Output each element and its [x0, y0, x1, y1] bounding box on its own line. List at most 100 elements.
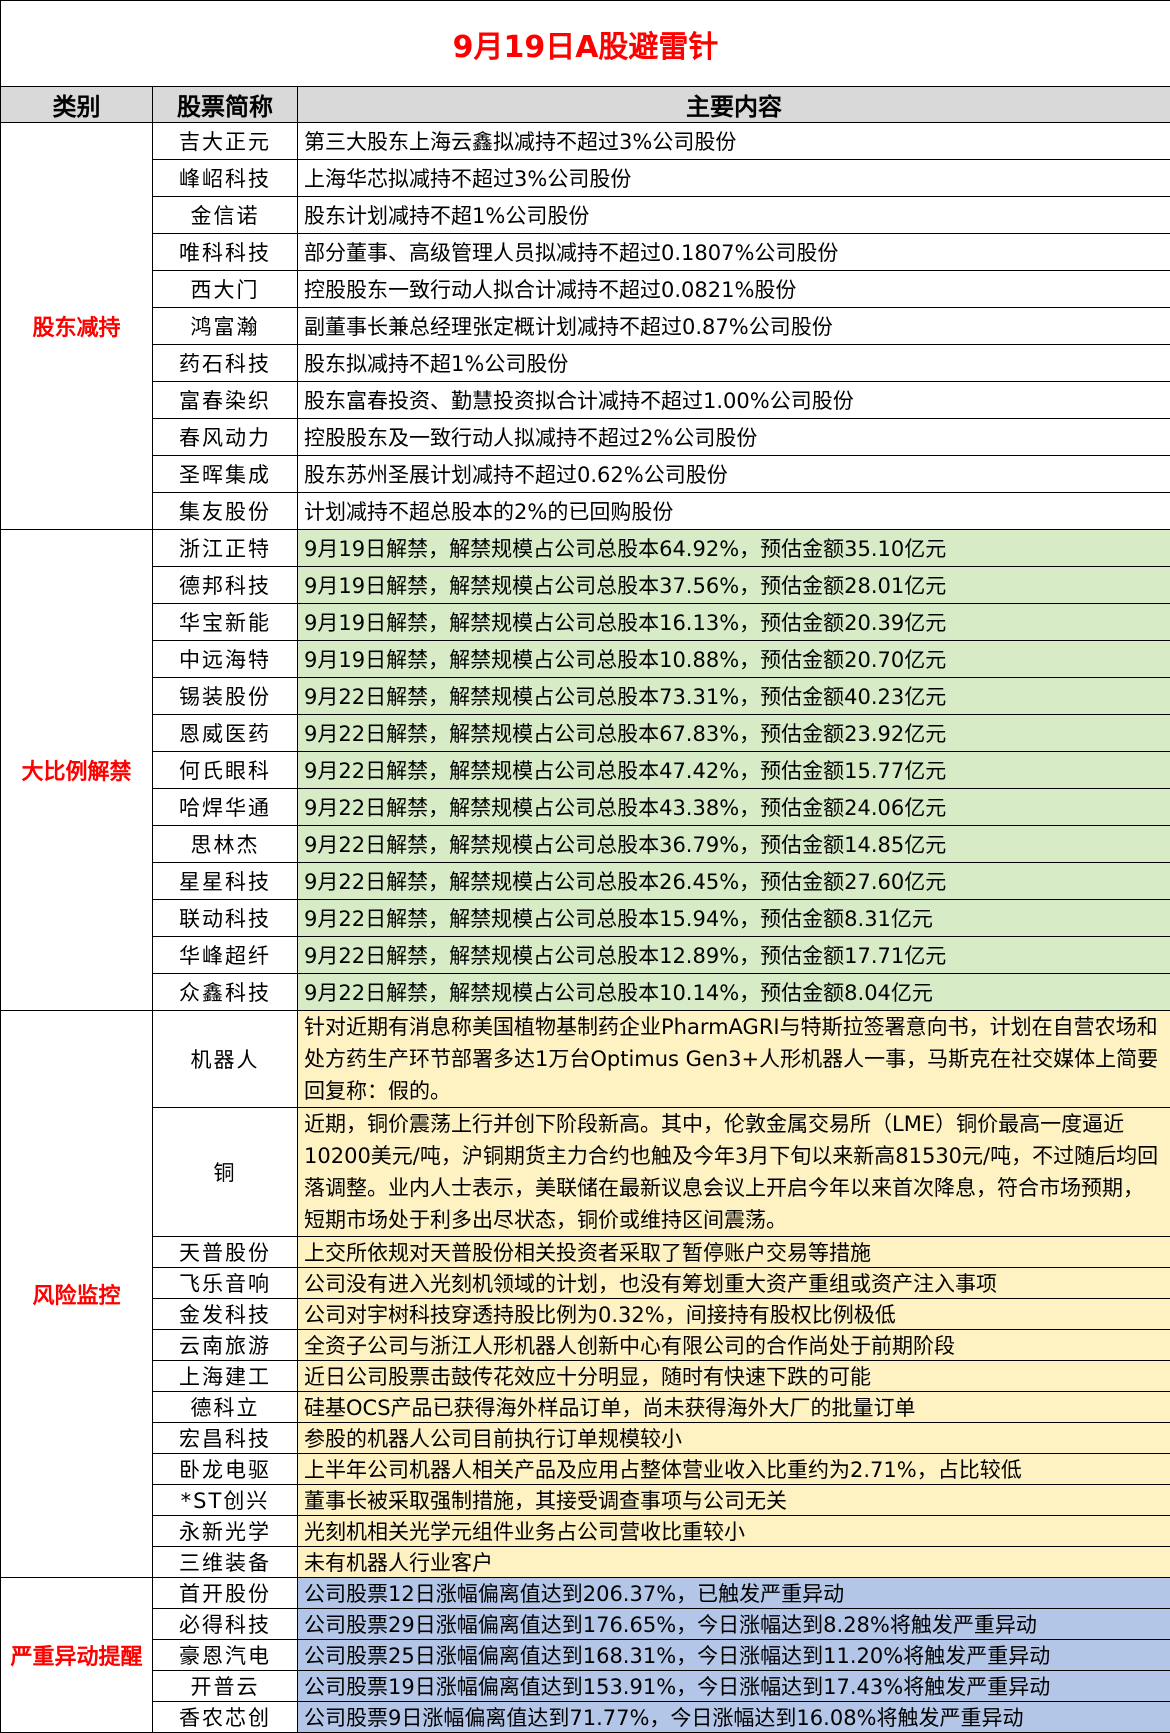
content-cell: 控股股东一致行动人拟合计减持不超过0.0821%股份	[298, 271, 1170, 308]
stock-name-cell: 开普云	[153, 1671, 298, 1702]
stock-name-cell: 德科立	[153, 1392, 298, 1423]
stock-name-cell: 浙江正特	[153, 530, 298, 567]
stock-name-cell: 集友股份	[153, 493, 298, 530]
table-row: 德邦科技9月19日解禁，解禁规模占公司总股本37.56%，预估金额28.01亿元	[1, 567, 1170, 604]
table-row: 风险监控机器人针对近期有消息称美国植物基制药企业PharmAGRI与特斯拉签署意…	[1, 1011, 1170, 1108]
stock-name-cell: 铜	[153, 1108, 298, 1237]
stock-name-cell: 联动科技	[153, 900, 298, 937]
stock-name-cell: 上海建工	[153, 1361, 298, 1392]
stock-name-cell: 星星科技	[153, 863, 298, 900]
table-row: 众鑫科技9月22日解禁，解禁规模占公司总股本10.14%，预估金额8.04亿元	[1, 974, 1170, 1011]
stock-name-cell: *ST创兴	[153, 1485, 298, 1516]
stock-name-cell: 宏昌科技	[153, 1423, 298, 1454]
stock-name-cell: 哈焊华通	[153, 789, 298, 826]
stock-name-cell: 香农芯创	[153, 1702, 298, 1733]
table-row: 金发科技公司对宇树科技穿透持股比例为0.32%，间接持有股权比例极低	[1, 1299, 1170, 1330]
content-cell: 9月19日解禁，解禁规模占公司总股本16.13%，预估金额20.39亿元	[298, 604, 1170, 641]
stock-name-cell: 华宝新能	[153, 604, 298, 641]
stock-name-cell: 首开股份	[153, 1578, 298, 1609]
content-cell: 未有机器人行业客户	[298, 1547, 1170, 1578]
content-cell: 针对近期有消息称美国植物基制药企业PharmAGRI与特斯拉签署意向书，计划在自…	[298, 1011, 1170, 1108]
stock-name-cell: 药石科技	[153, 345, 298, 382]
table-row: 德科立硅基OCS产品已获得海外样品订单，尚未获得海外大厂的批量订单	[1, 1392, 1170, 1423]
category-cell: 股东减持	[1, 123, 153, 530]
stock-name-cell: 恩威医药	[153, 715, 298, 752]
table-row: 严重异动提醒首开股份公司股票12日涨幅偏离值达到206.37%，已触发严重异动	[1, 1578, 1170, 1609]
content-cell: 副董事长兼总经理张定概计划减持不超过0.87%公司股份	[298, 308, 1170, 345]
table-row: 西大门控股股东一致行动人拟合计减持不超过0.0821%股份	[1, 271, 1170, 308]
category-cell: 严重异动提醒	[1, 1578, 153, 1733]
content-cell: 9月22日解禁，解禁规模占公司总股本47.42%，预估金额15.77亿元	[298, 752, 1170, 789]
stock-name-cell: 西大门	[153, 271, 298, 308]
content-cell: 公司股票19日涨幅偏离值达到153.91%，今日涨幅达到17.43%将触发严重异…	[298, 1671, 1170, 1702]
table-row: 必得科技公司股票29日涨幅偏离值达到176.65%，今日涨幅达到8.28%将触发…	[1, 1609, 1170, 1640]
content-cell: 9月22日解禁，解禁规模占公司总股本67.83%，预估金额23.92亿元	[298, 715, 1170, 752]
table-row: 何氏眼科9月22日解禁，解禁规模占公司总股本47.42%，预估金额15.77亿元	[1, 752, 1170, 789]
table-row: 富春染织股东富春投资、勤慧投资拟合计减持不超过1.00%公司股份	[1, 382, 1170, 419]
content-cell: 上海华芯拟减持不超过3%公司股份	[298, 160, 1170, 197]
table-row: 药石科技股东拟减持不超1%公司股份	[1, 345, 1170, 382]
content-cell: 9月22日解禁，解禁规模占公司总股本26.45%，预估金额27.60亿元	[298, 863, 1170, 900]
stock-name-cell: 富春染织	[153, 382, 298, 419]
content-cell: 董事长被采取强制措施，其接受调查事项与公司无关	[298, 1485, 1170, 1516]
content-cell: 上交所依规对天普股份相关投资者采取了暂停账户交易等措施	[298, 1237, 1170, 1268]
content-cell: 9月22日解禁，解禁规模占公司总股本15.94%，预估金额8.31亿元	[298, 900, 1170, 937]
stock-name-cell: 飞乐音响	[153, 1268, 298, 1299]
stock-name-cell: 峰岹科技	[153, 160, 298, 197]
table-row: 峰岹科技上海华芯拟减持不超过3%公司股份	[1, 160, 1170, 197]
stock-name-cell: 中远海特	[153, 641, 298, 678]
content-cell: 全资子公司与浙江人形机器人创新中心有限公司的合作尚处于前期阶段	[298, 1330, 1170, 1361]
content-cell: 部分董事、高级管理人员拟减持不超过0.1807%公司股份	[298, 234, 1170, 271]
stock-name-cell: 春风动力	[153, 419, 298, 456]
content-cell: 公司股票25日涨幅偏离值达到168.31%，今日涨幅达到11.20%将触发严重异…	[298, 1640, 1170, 1671]
stock-name-cell: 豪恩汽电	[153, 1640, 298, 1671]
risk-table: 9月19日A股避雷针 类别 股票简称 主要内容 股东减持吉大正元第三大股东上海云…	[0, 0, 1170, 1733]
table-row: 开普云公司股票19日涨幅偏离值达到153.91%，今日涨幅达到17.43%将触发…	[1, 1671, 1170, 1702]
table-row: 宏昌科技参股的机器人公司目前执行订单规模较小	[1, 1423, 1170, 1454]
table-row: 三维装备未有机器人行业客户	[1, 1547, 1170, 1578]
content-cell: 9月19日解禁，解禁规模占公司总股本37.56%，预估金额28.01亿元	[298, 567, 1170, 604]
table-row: 中远海特9月19日解禁，解禁规模占公司总股本10.88%，预估金额20.70亿元	[1, 641, 1170, 678]
stock-name-cell: 机器人	[153, 1011, 298, 1108]
content-cell: 上半年公司机器人相关产品及应用占整体营业收入比重约为2.71%，占比较低	[298, 1454, 1170, 1485]
table-row: 铜近期，铜价震荡上行并创下阶段新高。其中，伦敦金属交易所（LME）铜价最高一度逼…	[1, 1108, 1170, 1237]
content-cell: 参股的机器人公司目前执行订单规模较小	[298, 1423, 1170, 1454]
stock-name-cell: 卧龙电驱	[153, 1454, 298, 1485]
content-cell: 硅基OCS产品已获得海外样品订单，尚未获得海外大厂的批量订单	[298, 1392, 1170, 1423]
category-cell: 风险监控	[1, 1011, 153, 1578]
content-cell: 公司股票9日涨幅偏离值达到71.77%，今日涨幅达到16.08%将触发严重异动	[298, 1702, 1170, 1733]
table-row: 鸿富瀚副董事长兼总经理张定概计划减持不超过0.87%公司股份	[1, 308, 1170, 345]
table-row: 思林杰9月22日解禁，解禁规模占公司总股本36.79%，预估金额14.85亿元	[1, 826, 1170, 863]
table-row: 香农芯创公司股票9日涨幅偏离值达到71.77%，今日涨幅达到16.08%将触发严…	[1, 1702, 1170, 1733]
table-row: 飞乐音响公司没有进入光刻机领域的计划，也没有筹划重大资产重组或资产注入事项	[1, 1268, 1170, 1299]
table-row: 星星科技9月22日解禁，解禁规模占公司总股本26.45%，预估金额27.60亿元	[1, 863, 1170, 900]
table-row: 恩威医药9月22日解禁，解禁规模占公司总股本67.83%，预估金额23.92亿元	[1, 715, 1170, 752]
content-cell: 股东富春投资、勤慧投资拟合计减持不超过1.00%公司股份	[298, 382, 1170, 419]
table-row: 云南旅游全资子公司与浙江人形机器人创新中心有限公司的合作尚处于前期阶段	[1, 1330, 1170, 1361]
header-stock: 股票简称	[153, 87, 298, 123]
stock-name-cell: 天普股份	[153, 1237, 298, 1268]
stock-name-cell: 德邦科技	[153, 567, 298, 604]
content-cell: 9月22日解禁，解禁规模占公司总股本36.79%，预估金额14.85亿元	[298, 826, 1170, 863]
stock-name-cell: 三维装备	[153, 1547, 298, 1578]
table-row: 上海建工近日公司股票击鼓传花效应十分明显，随时有快速下跌的可能	[1, 1361, 1170, 1392]
stock-name-cell: 锡装股份	[153, 678, 298, 715]
header-category: 类别	[1, 87, 153, 123]
stock-name-cell: 必得科技	[153, 1609, 298, 1640]
content-cell: 计划减持不超总股本的2%的已回购股份	[298, 493, 1170, 530]
stock-name-cell: 云南旅游	[153, 1330, 298, 1361]
stock-name-cell: 思林杰	[153, 826, 298, 863]
content-cell: 9月22日解禁，解禁规模占公司总股本43.38%，预估金额24.06亿元	[298, 789, 1170, 826]
category-cell: 大比例解禁	[1, 530, 153, 1011]
stock-name-cell: 金发科技	[153, 1299, 298, 1330]
stock-name-cell: 永新光学	[153, 1516, 298, 1547]
title-row: 9月19日A股避雷针	[1, 1, 1170, 87]
stock-name-cell: 金信诺	[153, 197, 298, 234]
content-cell: 近期，铜价震荡上行并创下阶段新高。其中，伦敦金属交易所（LME）铜价最高一度逼近…	[298, 1108, 1170, 1237]
header-row: 类别 股票简称 主要内容	[1, 87, 1170, 123]
table-row: 豪恩汽电公司股票25日涨幅偏离值达到168.31%，今日涨幅达到11.20%将触…	[1, 1640, 1170, 1671]
stock-name-cell: 何氏眼科	[153, 752, 298, 789]
stock-name-cell: 众鑫科技	[153, 974, 298, 1011]
table-row: 锡装股份9月22日解禁，解禁规模占公司总股本73.31%，预估金额40.23亿元	[1, 678, 1170, 715]
header-content: 主要内容	[298, 87, 1170, 123]
